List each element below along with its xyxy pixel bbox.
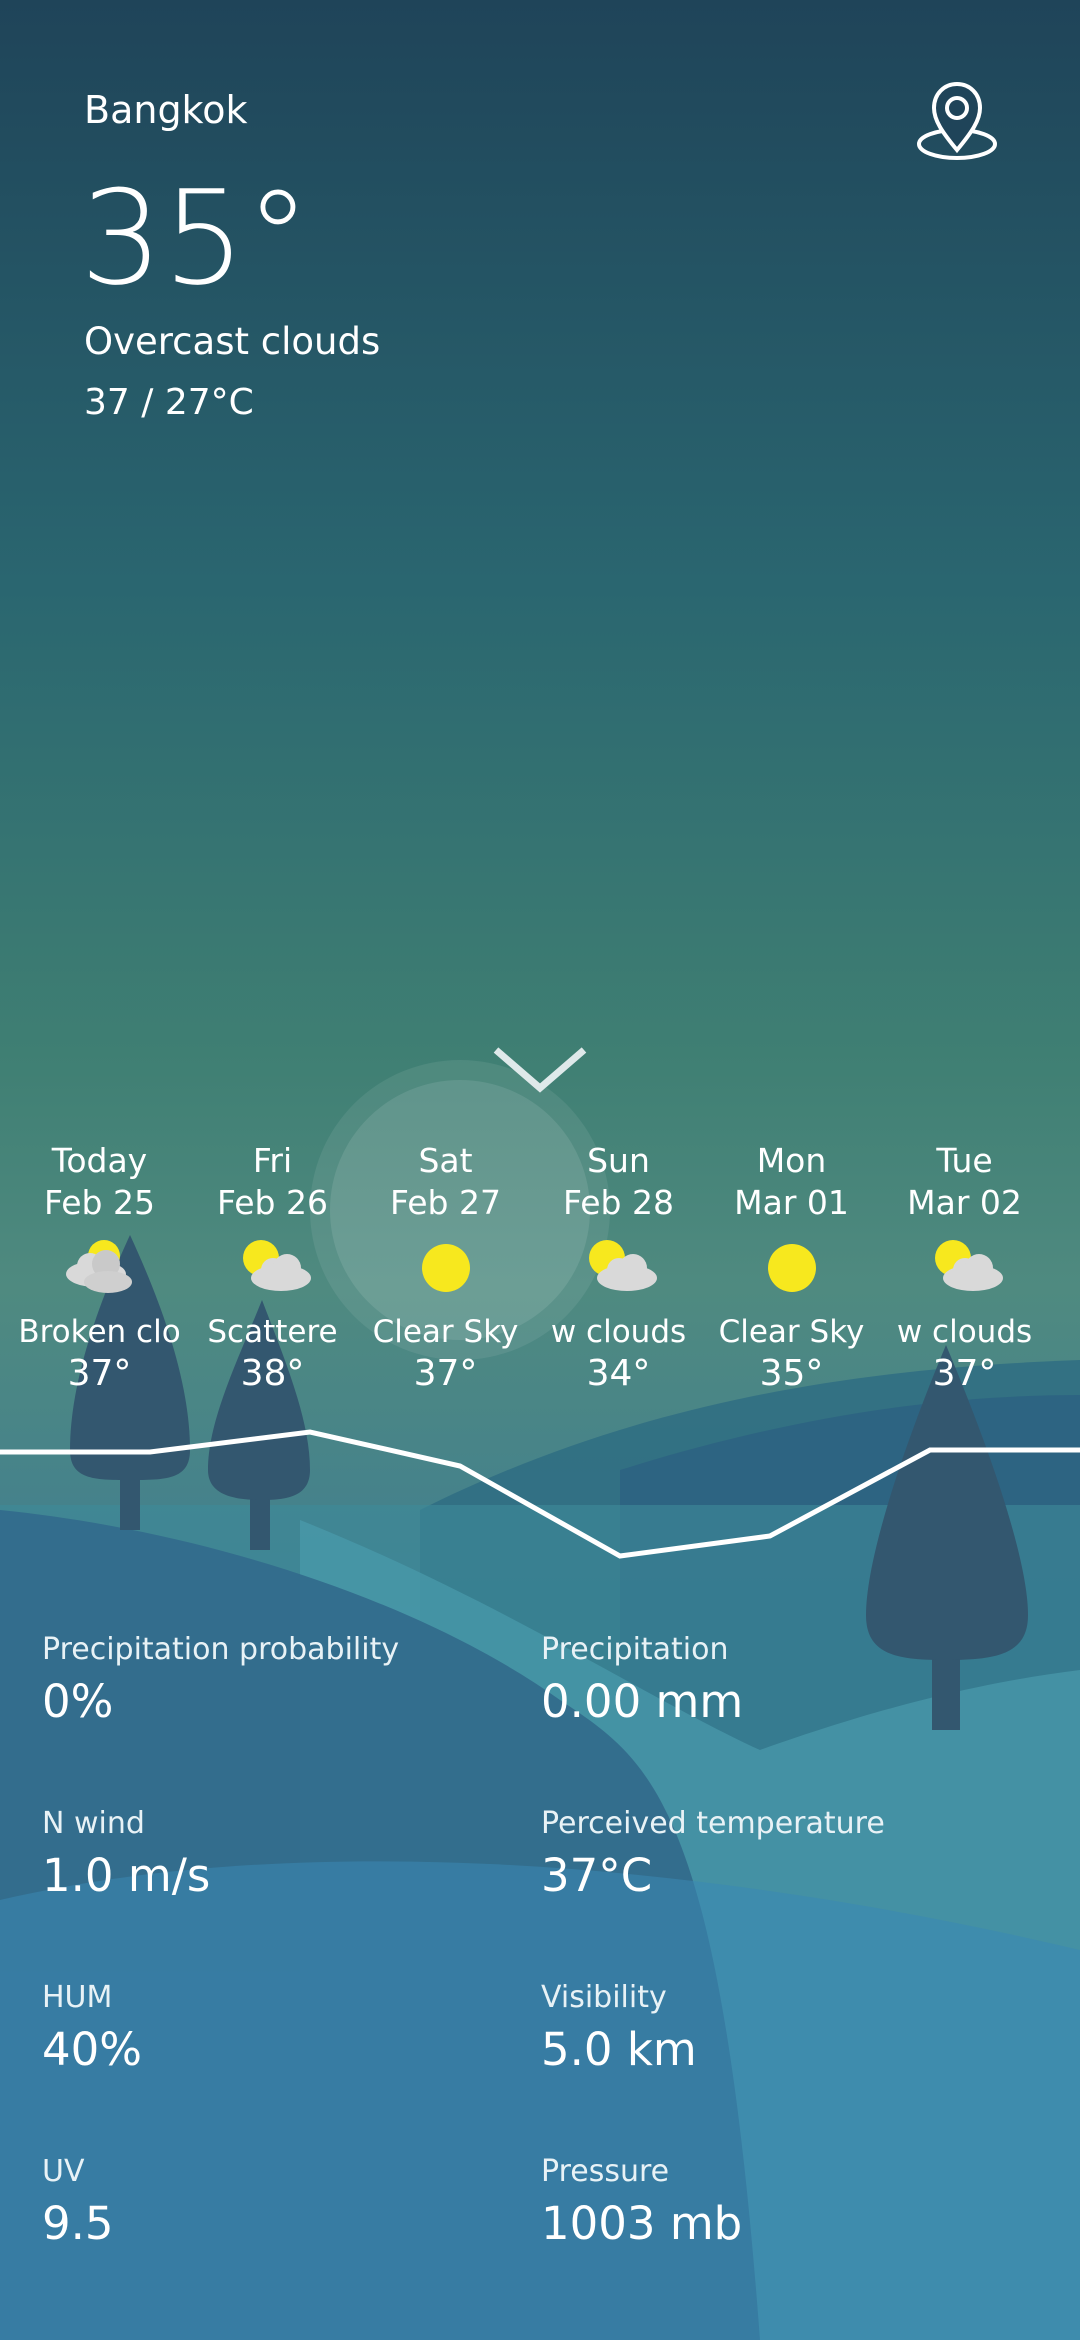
metric-label: Visibility: [541, 1980, 667, 2015]
forecast-date: Feb 28: [563, 1183, 674, 1222]
forecast-description: w clouds: [896, 1314, 1033, 1350]
forecast-day-name: Mon: [756, 1141, 827, 1180]
forecast-temperature: 35°: [759, 1353, 824, 1394]
metric-label: N wind: [42, 1806, 145, 1841]
metric-value: 0%: [42, 1675, 114, 1728]
metric-label: HUM: [42, 1980, 113, 2015]
forecast-day-name: Tue: [936, 1141, 993, 1180]
metric-item: UV 9.5: [42, 2154, 114, 2250]
forecast-description: Clear Sky: [372, 1314, 519, 1350]
forecast-day[interactable]: Tue Mar 02 w clouds 37°: [878, 1140, 1051, 1396]
metric-value: 40%: [42, 2023, 143, 2076]
metric-item: Visibility 5.0 km: [541, 1980, 697, 2076]
metric-value: 1003 mb: [541, 2197, 743, 2250]
forecast-date: Feb 27: [390, 1183, 501, 1222]
metric-label: Pressure: [541, 2154, 670, 2189]
forecast-description: Scattere: [207, 1314, 338, 1350]
partly-cloudy-icon: [532, 1228, 705, 1308]
forecast-day[interactable]: Sat Feb 27 Clear Sky 37°: [359, 1140, 532, 1396]
metric-label: Precipitation probability: [42, 1632, 400, 1667]
metric-item: Pressure 1003 mb: [541, 2154, 742, 2250]
metric-item: Precipitation probability 0%: [42, 1632, 399, 1728]
chevron-down-icon[interactable]: [490, 1030, 590, 1100]
sun-icon: [359, 1228, 532, 1308]
metric-value: 1.0 m/s: [42, 1849, 211, 1902]
map-pin-icon[interactable]: [912, 80, 1002, 170]
metric-value: 5.0 km: [541, 2023, 697, 2076]
metric-label: Precipitation: [541, 1632, 729, 1667]
metric-item: Perceived temperature 37°C: [541, 1806, 885, 1902]
forecast-day-name: Sat: [418, 1141, 473, 1180]
metric-item: N wind 1.0 m/s: [42, 1806, 210, 1902]
metric-item: HUM 40%: [42, 1980, 142, 2076]
forecast-date: Mar 01: [734, 1183, 849, 1222]
forecast-date: Feb 25: [44, 1183, 155, 1222]
forecast-description: Clear Sky: [718, 1314, 865, 1350]
forecast-day[interactable]: Sun Feb 28 w clouds 34°: [532, 1140, 705, 1396]
forecast-day-name: Sun: [587, 1141, 650, 1180]
forecast-date: Feb 26: [217, 1183, 328, 1222]
forecast-temperature: 37°: [932, 1353, 997, 1394]
partly-cloudy-icon: [878, 1228, 1051, 1308]
forecast-temperature: 37°: [413, 1353, 478, 1394]
forecast-day[interactable]: Today Feb 25 Broken clo 37°: [13, 1140, 186, 1396]
metric-value: 0.00 mm: [541, 1675, 744, 1728]
sun-icon: [705, 1228, 878, 1308]
metric-item: Precipitation 0.00 mm: [541, 1632, 743, 1728]
forecast-description: Broken clo: [18, 1314, 181, 1350]
forecast-day[interactable]: Mon Mar 01 Clear Sky 35°: [705, 1140, 878, 1396]
metric-value: 37°C: [541, 1849, 653, 1902]
forecast-day-name: Today: [51, 1141, 148, 1180]
forecast-temperature: 34°: [586, 1353, 651, 1394]
forecast-description: w clouds: [550, 1314, 687, 1350]
broken-clouds-icon: [13, 1228, 186, 1308]
forecast-date: Mar 02: [907, 1183, 1022, 1222]
current-temperature: 35°: [80, 162, 311, 314]
temperature-range: 37 / 27°C: [84, 382, 254, 423]
metric-label: UV: [42, 2154, 85, 2189]
forecast-temperature: 37°: [67, 1353, 132, 1394]
metric-label: Perceived temperature: [541, 1806, 885, 1841]
city-name: Bangkok: [84, 88, 248, 132]
partly-cloudy-icon: [186, 1228, 359, 1308]
forecast-temperature: 38°: [240, 1353, 305, 1394]
forecast-day[interactable]: Fri Feb 26 Scattere 38°: [186, 1140, 359, 1396]
metric-value: 9.5: [42, 2197, 114, 2250]
forecast-day-name: Fri: [252, 1141, 293, 1180]
weather-condition: Overcast clouds: [84, 320, 381, 363]
